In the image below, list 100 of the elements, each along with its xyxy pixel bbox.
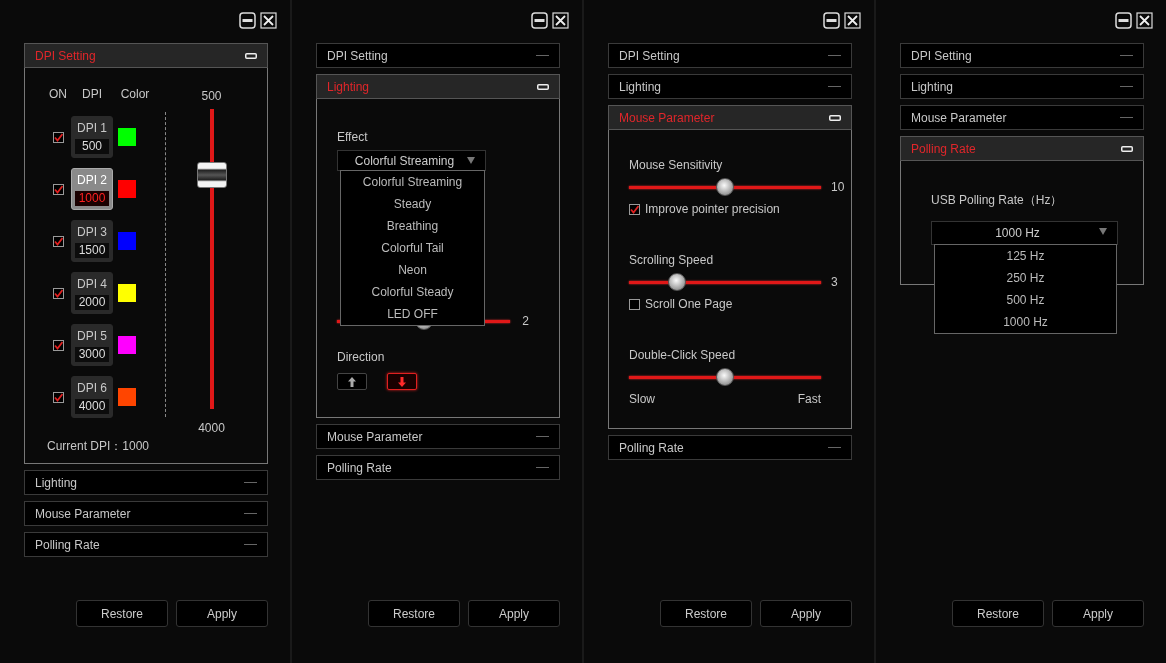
column-header: Color <box>119 87 151 101</box>
check-icon <box>53 236 63 246</box>
check-icon <box>630 204 639 214</box>
restore-button[interactable]: Restore <box>660 600 752 627</box>
close-icon <box>844 12 861 29</box>
checkbox[interactable] <box>52 391 64 403</box>
minus-icon <box>536 54 549 57</box>
section-header[interactable]: Lighting <box>608 74 852 99</box>
section-header[interactable]: Lighting <box>900 74 1144 99</box>
check-icon <box>53 132 63 142</box>
close-button[interactable] <box>1136 12 1153 29</box>
section-header[interactable]: DPI Setting <box>608 43 852 68</box>
minimize-button[interactable] <box>239 12 256 29</box>
dpi-value-field[interactable]: 1500 <box>75 243 109 258</box>
minus-icon <box>829 114 841 121</box>
section-header[interactable]: Mouse Parameter <box>24 501 268 526</box>
check-icon <box>53 340 63 350</box>
dropdown-option[interactable]: 1000 Hz <box>935 311 1116 333</box>
minus-icon <box>536 435 549 438</box>
slider-label: 4000 <box>198 421 225 435</box>
checkbox[interactable] <box>629 203 640 215</box>
dpi-preset-button[interactable]: DPI 4 2000 <box>71 272 113 314</box>
dpi-preset-button[interactable]: DPI 3 1500 <box>71 220 113 262</box>
minimize-button[interactable] <box>1115 12 1132 29</box>
checkbox[interactable] <box>52 339 64 351</box>
dropdown-option[interactable]: 500 Hz <box>935 289 1116 311</box>
minus-icon <box>828 446 841 449</box>
dropdown-option[interactable]: Steady <box>341 193 484 215</box>
checkbox[interactable] <box>52 131 64 143</box>
minus-icon <box>245 52 257 59</box>
close-button[interactable] <box>844 12 861 29</box>
minimize-icon <box>531 12 548 29</box>
checkbox[interactable] <box>52 235 64 247</box>
section-header[interactable]: Polling Rate <box>608 435 852 460</box>
dropdown-option[interactable]: Colorful Steady <box>341 281 484 303</box>
dpi-value-field[interactable]: 500 <box>75 139 109 154</box>
minimize-icon <box>823 12 840 29</box>
dpi-value-field[interactable]: 1000 <box>75 191 109 206</box>
dpi-preset-button[interactable]: DPI 6 4000 <box>71 376 113 418</box>
section-header[interactable]: Mouse Parameter <box>316 424 560 449</box>
field-label: Direction <box>337 350 385 364</box>
dropdown-option[interactable]: 250 Hz <box>935 267 1116 289</box>
section-header[interactable]: Lighting <box>24 470 268 495</box>
color-swatch[interactable] <box>118 388 136 406</box>
slider-thumb[interactable] <box>196 162 227 188</box>
section-header[interactable]: Polling Rate <box>24 532 268 557</box>
minus-icon <box>536 466 549 469</box>
checkbox-label: Improve pointer precision <box>645 202 780 216</box>
minimize-button[interactable] <box>531 12 548 29</box>
dropdown-option[interactable]: 125 Hz <box>935 245 1116 267</box>
close-icon <box>552 12 569 29</box>
dpi-value-field[interactable]: 4000 <box>75 399 109 414</box>
direction-button[interactable] <box>337 373 367 390</box>
apply-button[interactable]: Apply <box>176 600 268 627</box>
minus-icon <box>244 512 257 515</box>
apply-button[interactable]: Apply <box>468 600 560 627</box>
dropdown-option[interactable]: Breathing <box>341 215 484 237</box>
dropdown-option[interactable]: Neon <box>341 259 484 281</box>
restore-button[interactable]: Restore <box>368 600 460 627</box>
minimize-button[interactable] <box>823 12 840 29</box>
restore-button[interactable]: Restore <box>952 600 1044 627</box>
direction-button[interactable] <box>387 373 417 390</box>
dropdown-option[interactable]: Colorful Streaming <box>341 171 484 193</box>
slider-thumb[interactable] <box>668 272 686 291</box>
section-header[interactable]: DPI Setting <box>316 43 560 68</box>
checkbox[interactable] <box>629 298 640 310</box>
dpi-value-field[interactable]: 2000 <box>75 295 109 310</box>
minus-icon <box>1121 145 1133 152</box>
apply-button[interactable]: Apply <box>1052 600 1144 627</box>
close-button[interactable] <box>260 12 277 29</box>
slider-label: 500 <box>201 89 222 103</box>
color-swatch[interactable] <box>118 180 136 198</box>
dropdown-value: Colorful Streaming <box>354 153 455 168</box>
dropdown-option[interactable]: Colorful Tail <box>341 237 484 259</box>
slider-thumb[interactable] <box>716 367 734 386</box>
section-header[interactable]: DPI Setting <box>900 43 1144 68</box>
dpi-preset-button[interactable]: DPI 5 3000 <box>71 324 113 366</box>
color-swatch[interactable] <box>118 128 136 146</box>
minus-icon <box>1120 85 1133 88</box>
dropdown-option[interactable]: LED OFF <box>341 303 484 325</box>
slider-max-label: Fast <box>797 392 821 406</box>
apply-button[interactable]: Apply <box>760 600 852 627</box>
checkbox[interactable] <box>52 183 64 195</box>
color-swatch[interactable] <box>118 336 136 354</box>
section-header[interactable]: Polling Rate <box>316 455 560 480</box>
minus-icon <box>537 83 549 90</box>
color-swatch[interactable] <box>118 232 136 250</box>
color-swatch[interactable] <box>118 284 136 302</box>
minimize-icon <box>1115 12 1132 29</box>
dpi-preset-button[interactable]: DPI 2 1000 <box>71 168 113 210</box>
dpi-preset-button[interactable]: DPI 1 500 <box>71 116 113 158</box>
checkbox[interactable] <box>52 287 64 299</box>
column-header: ON <box>48 87 68 101</box>
slider-thumb[interactable] <box>716 177 734 196</box>
close-button[interactable] <box>552 12 569 29</box>
dpi-value-field[interactable]: 3000 <box>75 347 109 362</box>
section-header[interactable]: Mouse Parameter <box>900 105 1144 130</box>
restore-button[interactable]: Restore <box>76 600 168 627</box>
dropdown-value: 1000 Hz <box>995 226 1040 240</box>
close-icon <box>260 12 277 29</box>
